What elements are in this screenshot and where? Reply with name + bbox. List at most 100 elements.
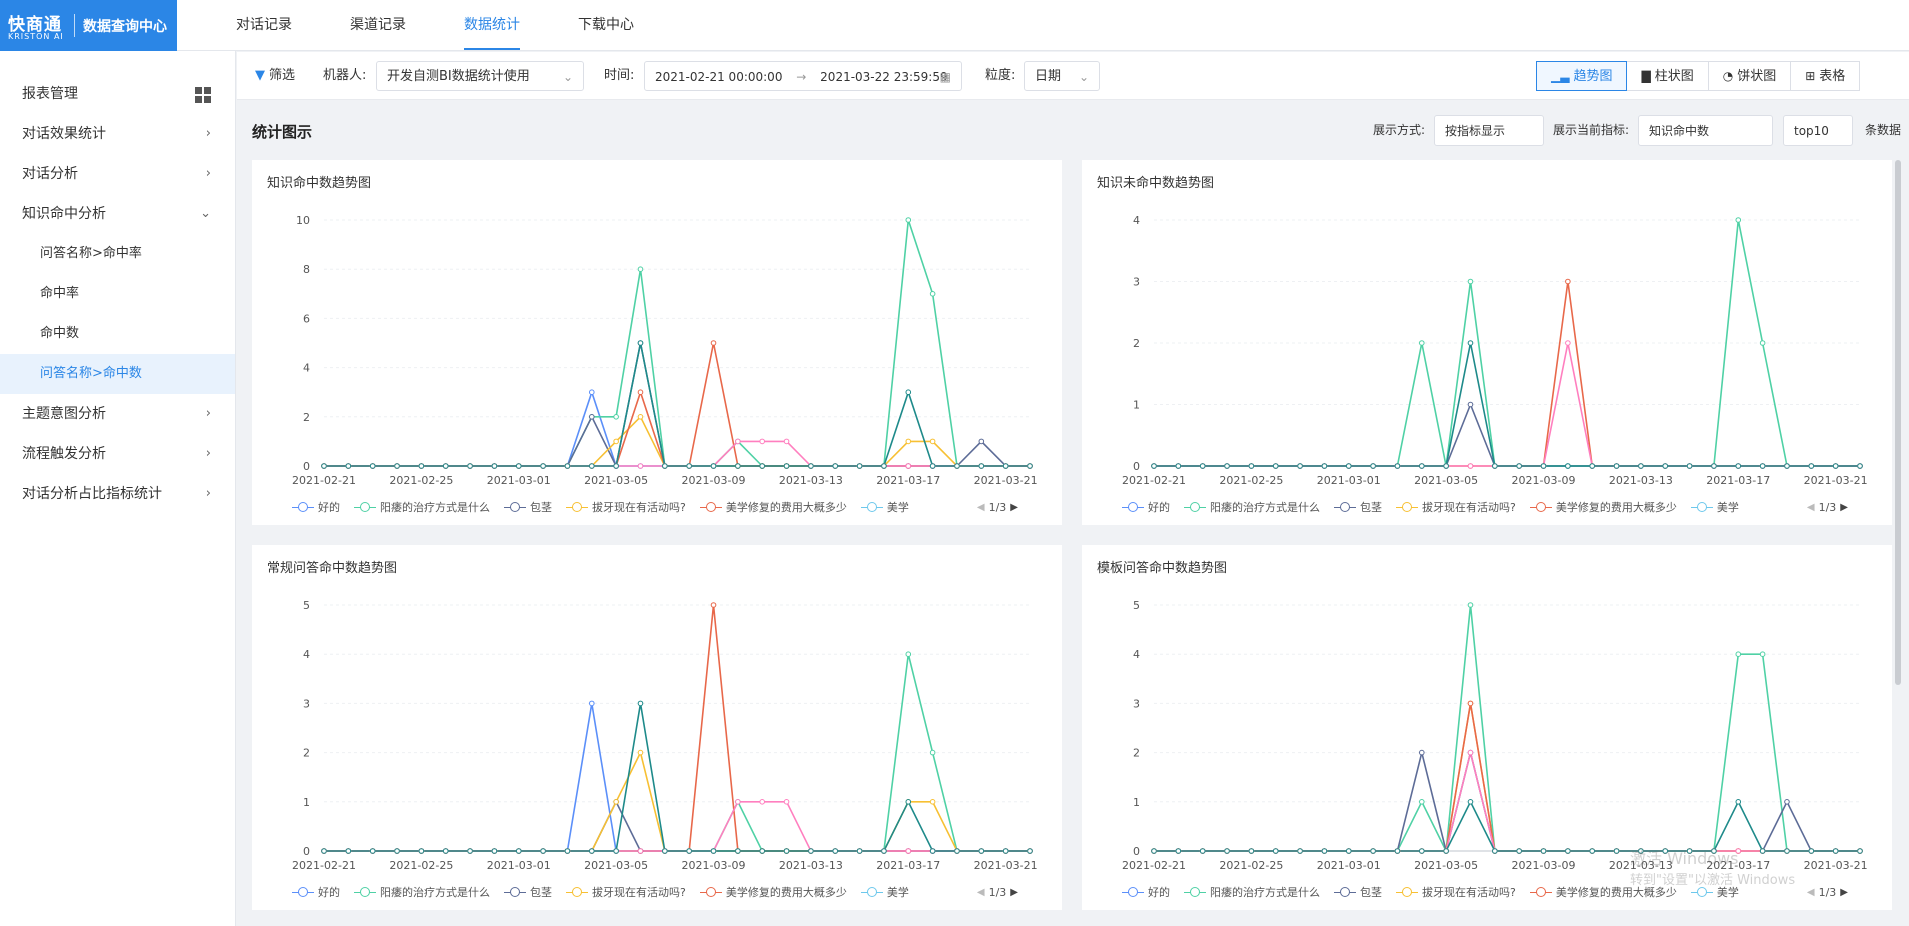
legend-item[interactable]: 阳痿的治疗方式是什么 <box>1184 884 1320 900</box>
y-tick-label: 4 <box>1133 214 1140 227</box>
data-point <box>735 463 741 469</box>
tab-channel-records[interactable]: 渠道记录 <box>350 0 406 51</box>
prev-page-icon[interactable]: ◀ <box>1807 887 1815 898</box>
legend-item[interactable]: 美学 <box>1690 499 1739 515</box>
legend-pager[interactable]: ◀ 1/3 ▶ <box>973 884 1022 900</box>
data-point <box>954 848 960 854</box>
legend-item[interactable]: 阳痿的治疗方式是什么 <box>354 499 490 515</box>
legend-item[interactable]: 包茎 <box>504 884 552 900</box>
data-point <box>1224 463 1230 469</box>
legend-item[interactable]: 美学修复的费用大概多少 <box>699 884 847 900</box>
legend-marker-icon <box>1122 886 1144 898</box>
legend-item[interactable]: 拔牙现在有活动吗? <box>566 499 686 515</box>
legend-pager[interactable]: ◀ 1/3 ▶ <box>1803 499 1852 515</box>
sidebar-item-qa-hit-count[interactable]: 问答名称>命中数 <box>0 354 235 394</box>
data-point <box>1394 848 1401 854</box>
next-page-icon[interactable]: ▶ <box>1840 887 1848 898</box>
sidebar-item-hit-count[interactable]: 命中数 <box>0 314 235 354</box>
tab-dialog-records[interactable]: 对话记录 <box>236 0 292 51</box>
legend-item[interactable]: 包茎 <box>1334 884 1382 900</box>
legend-item[interactable]: 拔牙现在有活动吗? <box>1396 884 1516 900</box>
date-range-picker[interactable]: 2021-02-21 00:00:00 → 2021-03-22 23:59:5… <box>644 61 962 91</box>
prev-page-icon[interactable]: ◀ <box>1807 502 1815 513</box>
data-point <box>637 749 644 756</box>
sidebar-item-dialog-effect[interactable]: 对话效果统计 › <box>0 114 235 154</box>
trend-view-button[interactable]: ▁▃ 趋势图 <box>1536 61 1628 91</box>
data-point <box>783 463 790 469</box>
data-point <box>588 848 595 854</box>
sidebar-item-flow-trigger[interactable]: 流程触发分析 › <box>0 434 235 474</box>
legend-item[interactable]: 包茎 <box>504 499 552 515</box>
y-tick-label: 6 <box>303 312 310 325</box>
data-point <box>394 848 400 854</box>
x-tick-label: 2021-02-21 <box>292 474 356 487</box>
sidebar-item-ratio-stats[interactable]: 对话分析占比指标统计 › <box>0 474 235 514</box>
bar-view-button[interactable]: ▇ 柱状图 <box>1626 61 1709 91</box>
prev-page-icon[interactable]: ◀ <box>977 887 985 898</box>
legend-item[interactable]: 好的 <box>1122 499 1170 515</box>
legend-item[interactable]: 阳痿的治疗方式是什么 <box>1184 499 1320 515</box>
legend-item[interactable]: 美学 <box>860 884 909 900</box>
data-point <box>905 438 912 445</box>
table-icon: ⊞ <box>1805 69 1816 83</box>
data-point <box>1467 700 1474 707</box>
data-point <box>710 602 717 608</box>
sidebar-item-dialog-analysis[interactable]: 对话分析 › <box>0 154 235 194</box>
data-point <box>686 463 692 469</box>
tab-download-center[interactable]: 下载中心 <box>578 0 634 51</box>
legend-item[interactable]: 好的 <box>292 499 340 515</box>
legend-marker-icon <box>354 501 376 513</box>
legend-pager[interactable]: ◀ 1/3 ▶ <box>973 499 1022 515</box>
legend-item[interactable]: 好的 <box>1122 884 1170 900</box>
grid-icon[interactable] <box>195 87 211 103</box>
legend-label: 美学修复的费用大概多少 <box>725 886 847 899</box>
x-tick-label: 2021-03-01 <box>487 859 551 872</box>
view-label: 趋势图 <box>1573 69 1613 84</box>
data-point <box>637 340 644 346</box>
legend-item[interactable]: 包茎 <box>1334 499 1382 515</box>
legend-marker-icon <box>1396 886 1418 898</box>
legend-item[interactable]: 阳痿的治疗方式是什么 <box>354 884 490 900</box>
legend-item[interactable]: 美学修复的费用大概多少 <box>1529 499 1677 515</box>
legend-item[interactable]: 美学 <box>860 499 909 515</box>
legend-label: 包茎 <box>1360 501 1382 514</box>
line-chart: 0 1 2 3 4 5 2021-02-21 2021-02-25 2021-03-01 2021… <box>292 599 1038 872</box>
filter-button[interactable]: ▼ 筛选 <box>255 61 295 91</box>
sidebar-item-knowledge-hit[interactable]: 知识命中分析 ⌄ <box>0 194 235 234</box>
time-label: 时间: <box>604 68 635 83</box>
sidebar-item-topic-intent[interactable]: 主题意图分析 › <box>0 394 235 434</box>
data-point <box>783 798 790 805</box>
data-point <box>1345 463 1352 469</box>
legend-pager[interactable]: ◀ 1/3 ▶ <box>1803 884 1852 900</box>
next-page-icon[interactable]: ▶ <box>1010 502 1018 513</box>
data-point <box>1565 848 1571 854</box>
sidebar-item-qa-hit-rate[interactable]: 问答名称>命中率 <box>0 234 235 274</box>
robot-select[interactable]: 开发自测BI数据统计使用 ⌄ <box>376 61 584 91</box>
sidebar-item-report-management[interactable]: 报表管理 <box>0 74 235 114</box>
vertical-scrollbar[interactable] <box>1895 160 1901 685</box>
table-view-button[interactable]: ⊞ 表格 <box>1790 61 1861 91</box>
data-point <box>1467 749 1474 756</box>
series-line <box>324 799 1030 852</box>
count-suffix: 条数据 <box>1865 123 1902 137</box>
next-page-icon[interactable]: ▶ <box>1840 502 1848 513</box>
x-tick-label: 2021-03-09 <box>1512 474 1576 487</box>
data-point <box>467 463 473 469</box>
logo[interactable]: 快商通 KRISTON AI 数据查询中心 <box>0 0 177 51</box>
top-n-input[interactable]: top10 <box>1783 115 1853 146</box>
metric-select[interactable]: 知识命中数 <box>1638 115 1773 146</box>
legend-item[interactable]: 拔牙现在有活动吗? <box>1396 499 1516 515</box>
legend-item[interactable]: 好的 <box>292 884 340 900</box>
legend-item[interactable]: 美学修复的费用大概多少 <box>699 499 847 515</box>
prev-page-icon[interactable]: ◀ <box>977 502 985 513</box>
next-page-icon[interactable]: ▶ <box>1010 887 1018 898</box>
y-tick-label: 2 <box>1133 337 1140 350</box>
legend-item[interactable]: 拔牙现在有活动吗? <box>566 884 686 900</box>
sidebar-item-hit-rate[interactable]: 命中率 <box>0 274 235 314</box>
display-mode-select[interactable]: 按指标显示 <box>1434 115 1544 146</box>
pie-view-button[interactable]: ◔ 饼状图 <box>1707 61 1792 91</box>
granularity-select[interactable]: 日期 ⌄ <box>1024 61 1100 91</box>
tab-data-statistics[interactable]: 数据统计 <box>464 0 520 51</box>
x-tick-label: 2021-03-17 <box>876 474 940 487</box>
data-point <box>321 848 327 854</box>
